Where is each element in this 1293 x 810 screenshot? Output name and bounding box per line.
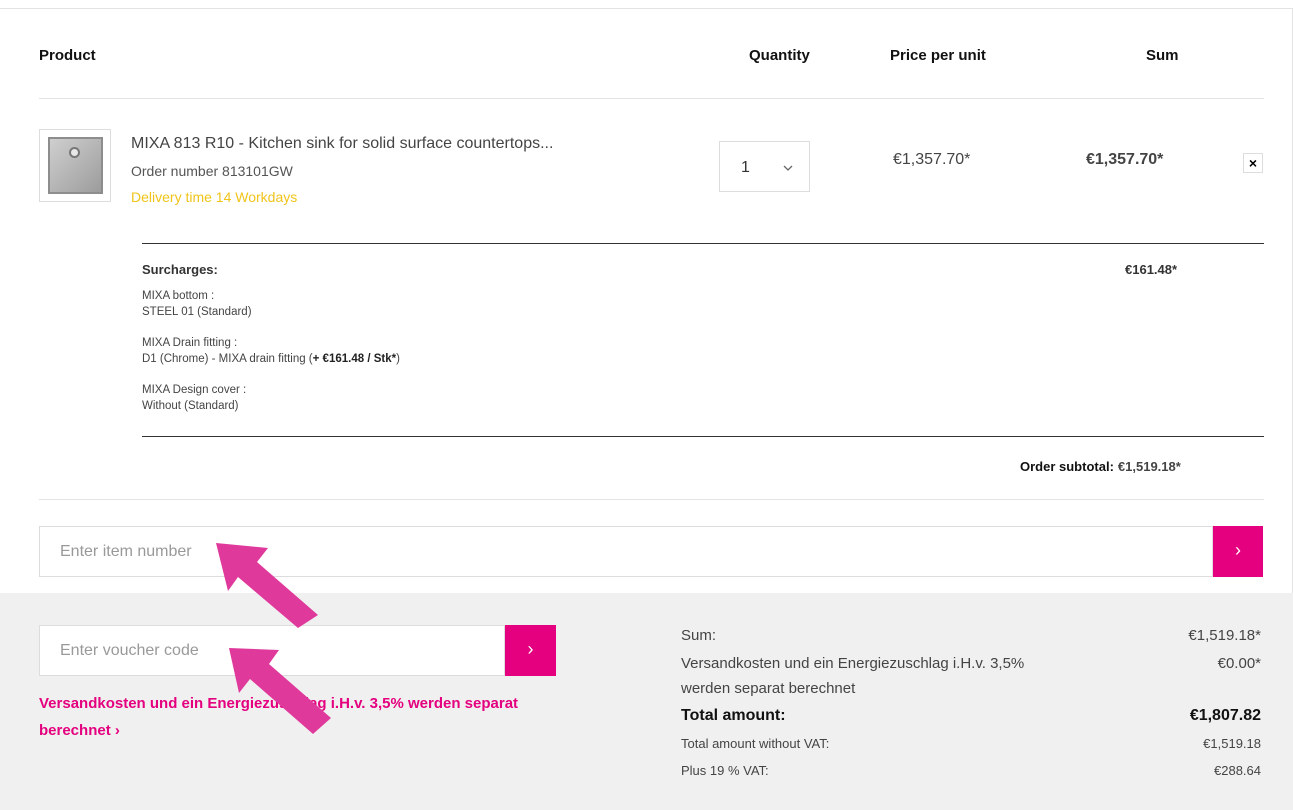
arrow-icon (229, 648, 331, 734)
annotation-arrows (216, 543, 331, 734)
arrow-icon (216, 543, 318, 628)
